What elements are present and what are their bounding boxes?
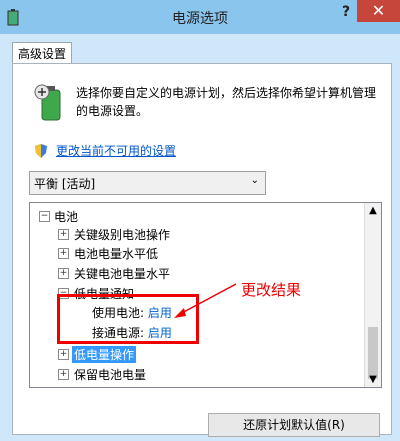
close-button[interactable]: ✕ — [357, 0, 400, 22]
power-plan-select[interactable]: 平衡 [活动] ⌄ — [29, 171, 266, 195]
vertical-scrollbar[interactable]: ▲ ▼ — [364, 203, 381, 387]
tab-advanced-settings[interactable]: 高级设置 — [12, 42, 72, 65]
shield-icon — [35, 144, 47, 158]
restore-defaults-button[interactable]: 还原计划默认值(R) — [208, 413, 380, 437]
collapse-icon[interactable]: − — [39, 211, 50, 222]
change-unavailable-settings-link[interactable]: 更改当前不可用的设置 — [56, 142, 176, 159]
annotation-text: 更改结果 — [241, 281, 302, 299]
title-bar: 电源选项 ? ✕ — [0, 0, 400, 34]
expand-icon[interactable]: + — [58, 369, 69, 380]
expand-icon[interactable]: + — [58, 248, 69, 259]
expand-icon[interactable]: + — [58, 268, 69, 279]
scroll-down-icon[interactable]: ▼ — [365, 374, 381, 385]
power-options-window: 电源选项 ? ✕ 高级设置 选择你要自定义的电源计划，然后选择你希望计算机管理的… — [0, 0, 400, 441]
help-button[interactable]: ? — [334, 4, 358, 24]
expand-icon[interactable]: + — [58, 349, 69, 360]
battery-icon — [34, 84, 61, 121]
power-plan-value: 平衡 [活动] — [34, 177, 96, 191]
expand-icon[interactable]: + — [58, 229, 69, 240]
chevron-down-icon: ⌄ — [250, 175, 259, 186]
description-text: 选择你要自定义的电源计划，然后选择你希望计算机管理的电源设置。 — [76, 86, 377, 118]
annotation-arrow — [174, 283, 237, 318]
scroll-thumb[interactable] — [368, 327, 378, 379]
scroll-up-icon[interactable]: ▲ — [365, 205, 381, 216]
